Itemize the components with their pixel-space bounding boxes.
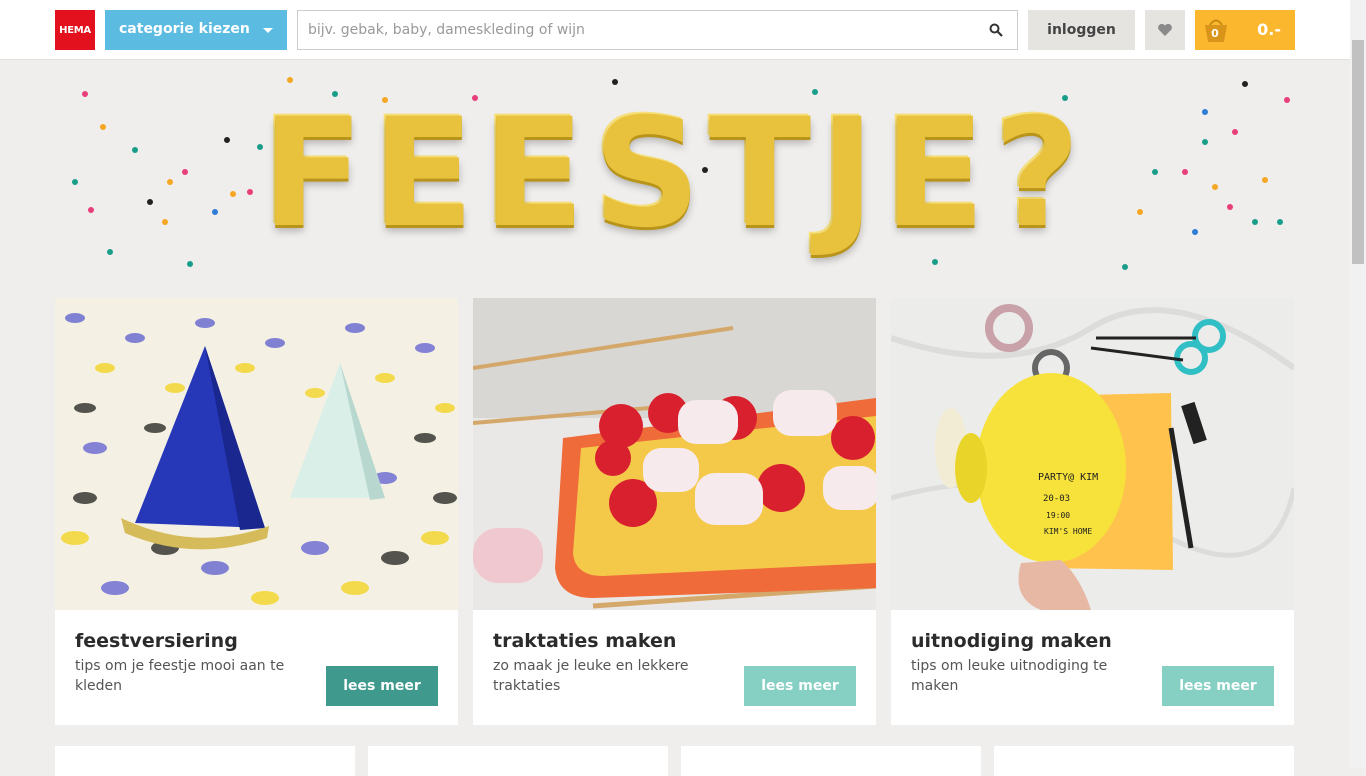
login-button[interactable]: inloggen [1028,10,1135,50]
party-hats-photo [55,298,458,610]
card-title[interactable]: feestversiering [75,630,238,652]
card-title[interactable]: uitnodiging maken [911,630,1112,652]
search-input[interactable] [298,11,998,49]
lees-meer-button[interactable]: lees meer [744,666,856,706]
lees-meer-button[interactable]: lees meer [1162,666,1274,706]
strawberry-skewers-photo [473,298,876,610]
card-row2-2[interactable] [368,746,668,776]
card-traktaties[interactable]: traktaties maken zo maak je leuke en lek… [473,298,876,725]
balloon-line-4: KIM'S HOME [1044,527,1092,536]
scroll-thumb[interactable] [1352,40,1364,264]
card-description: tips om leuke uitnodiging te maken [911,658,1108,694]
card-title[interactable]: traktaties maken [493,630,676,652]
card-uitnodiging[interactable]: PARTY@ KIM 20-03 19:00 KIM'S HOME uitnod… [891,298,1294,725]
card-description: tips om je feestje mooi aan te kleden [75,658,285,694]
favorites-button[interactable] [1145,10,1185,50]
top-header: HEMA categorie kiezen inloggen 0 0.- [0,0,1350,60]
card-row2-1[interactable] [55,746,355,776]
cart-count: 0 [1211,27,1219,40]
balloon-line-3: 19:00 [1046,511,1070,520]
invitation-balloon-photo: PARTY@ KIM 20-03 19:00 KIM'S HOME [891,298,1294,610]
search-icon[interactable] [989,23,1003,37]
heart-icon [1158,23,1172,36]
balloon-line-2: 20-03 [1043,494,1070,504]
search-box [297,10,1018,50]
card-description: zo maak je leuke en lekkere traktaties [493,658,689,694]
balloon-line-1: PARTY@ KIM [1038,472,1098,483]
hema-logo[interactable]: HEMA [55,10,95,50]
card-row2-3[interactable] [681,746,981,776]
caret-down-icon [263,28,273,33]
card-feestversiering[interactable]: feestversiering tips om je feestje mooi … [55,298,458,725]
cart-button[interactable]: 0 0.- [1195,10,1295,50]
card-row2-4[interactable] [994,746,1294,776]
category-dropdown[interactable]: categorie kiezen [105,10,287,50]
cart-total: 0.- [1257,20,1281,39]
banner-title: FEESTJE? [261,87,1089,261]
category-label: categorie kiezen [119,21,250,37]
page-scrollbar[interactable] [1350,0,1366,768]
lees-meer-button[interactable]: lees meer [326,666,438,706]
party-banner[interactable]: FEESTJE? [55,72,1295,276]
